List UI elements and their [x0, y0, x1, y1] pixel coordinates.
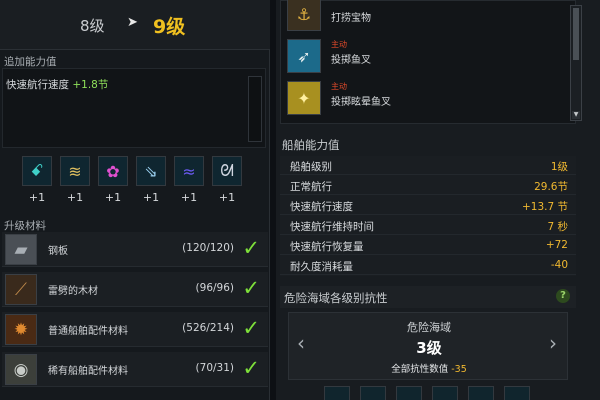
skill-list: ✦ 主动 投掷眩晕鱼叉 ➶ 主动 投掷鱼叉 ⚓ 打捞宝物 ▼ [280, 0, 582, 124]
ability-bonus: +1 [180, 191, 198, 204]
rain-icon[interactable]: ⇘ [136, 156, 166, 186]
gear-part-icon: ✹ [5, 314, 37, 345]
wind-icon[interactable]: ᘛ [212, 156, 242, 186]
stat-row: 正常航行 29.6节 [280, 176, 576, 195]
ability-icons: ꗃ +1 ≋ +1 ✿ +1 ⇘ +1 ≈ +1 ᘛ +1 [22, 156, 254, 206]
stat-label: 快速航行维持时间 [290, 221, 374, 233]
danger-zone-card: ‹ 危险海域 3级 全部抗性数值 -35 › [288, 312, 568, 380]
stat-value: -40 [550, 259, 568, 271]
strip-icon[interactable] [396, 386, 422, 400]
stat-label: 船舶级别 [290, 161, 332, 173]
stat-label: 快速航行速度 [290, 201, 353, 213]
skill-scrollbar[interactable]: ▼ [570, 5, 582, 121]
stat-value: +13.7 节 [521, 201, 568, 213]
stun-harpoon-icon: ✦ [287, 81, 321, 115]
check-icon: ✓ [242, 316, 260, 340]
strip-icon[interactable] [324, 386, 350, 400]
skill-item[interactable]: ➶ 主动投掷鱼叉 [287, 37, 571, 77]
stat-label: 耐久度消耗量 [290, 261, 353, 273]
material-row[interactable]: ▰ 钢板 (120/120) ✓ [2, 232, 268, 267]
next-level: 9级 [153, 16, 186, 38]
current-level: 8级 [80, 17, 105, 35]
stat-row: 快速航行速度 +13.7 节 [280, 196, 576, 215]
stats-title: 船舶能力值 [282, 138, 340, 152]
skill-scroll-thumb[interactable] [573, 8, 579, 60]
material-count: (526/214) [182, 322, 234, 334]
material-name: 普通船舶配件材料 [48, 326, 128, 337]
skill-tag: 主动 [331, 82, 347, 91]
rare-part-icon: ◉ [5, 354, 37, 385]
material-count: (120/120) [182, 242, 234, 254]
stat-value: 29.6节 [534, 181, 568, 193]
stat-row: 快速航行恢复量 +72 [280, 236, 576, 255]
material-name: 钢板 [48, 246, 68, 257]
material-count: (70/31) [195, 362, 234, 374]
ability-bonus: +1 [28, 191, 46, 204]
steel-plate-icon: ▰ [5, 234, 37, 265]
danger-zone-name: 危险海域 [407, 321, 451, 334]
stats-table: 船舶级别 1级 正常航行 29.6节 快速航行速度 +13.7 节快速航行维持时间 7 秒快… [280, 156, 576, 276]
skill-name: 投掷眩晕鱼叉 [331, 97, 391, 108]
bottom-icon-strip [324, 386, 534, 400]
lightning-wood-icon: ⟋ [5, 274, 37, 305]
ability-bonus: +1 [66, 191, 84, 204]
ability-bonus: +1 [142, 191, 160, 204]
next-arrow-icon[interactable]: › [549, 331, 557, 355]
level-arrow-icon: ➤ [127, 15, 138, 30]
strip-icon[interactable] [468, 386, 494, 400]
ability-bonus: +1 [218, 191, 236, 204]
materials-title: 升级材料 [4, 220, 46, 232]
bonus-scrollbar[interactable] [248, 76, 262, 142]
skill-name: 打捞宝物 [331, 13, 371, 24]
stat-label: 快速航行恢复量 [290, 241, 364, 253]
danger-title: 危险海域各级别抗性 [284, 291, 388, 305]
skill-tag: 主动 [331, 40, 347, 49]
danger-zone-level: 3级 [416, 339, 442, 357]
upgrade-panel: 8级 ➤ 9级 追加能力值 快速航行速度 +1.8节 ꗃ +1 ≋ +1 ✿ +1 ⇘ +1 ≈… [0, 0, 270, 400]
scroll-down-icon[interactable]: ▼ [572, 111, 580, 119]
help-icon[interactable]: ? [556, 289, 570, 303]
strip-icon[interactable] [360, 386, 386, 400]
check-icon: ✓ [242, 276, 260, 300]
bonus-line: 快速航行速度 +1.8节 [6, 77, 108, 92]
ability-bonus: +1 [104, 191, 122, 204]
ship-info-panel: ✦ 主动 投掷眩晕鱼叉 ➶ 主动 投掷鱼叉 ⚓ 打捞宝物 ▼ 船舶能力值 船舶级别 1级 正常航行… [276, 0, 600, 400]
skill-name: 投掷鱼叉 [331, 55, 371, 66]
bonus-title: 追加能力值 [4, 56, 57, 68]
water-swirl-icon[interactable]: ꗃ [22, 156, 52, 186]
resistance-label: 全部抗性数值 [391, 364, 449, 375]
material-row[interactable]: ✹ 普通船舶配件材料 (526/214) ✓ [2, 312, 268, 347]
tornado-icon[interactable]: ≋ [60, 156, 90, 186]
material-row[interactable]: ⟋ 雷劈的木材 (96/96) ✓ [2, 272, 268, 307]
danger-header: 危险海域各级别抗性 ? [280, 286, 576, 308]
bonus-label: 快速航行速度 [6, 79, 69, 91]
stat-row: 快速航行维持时间 7 秒 [280, 216, 576, 235]
strip-icon[interactable] [432, 386, 458, 400]
stat-label: 正常航行 [290, 181, 332, 193]
danger-resistance: 全部抗性数值 -35 [289, 361, 569, 375]
stat-value: +72 [545, 239, 568, 251]
harpoon-icon: ➶ [287, 39, 321, 73]
bonus-value: +1.8节 [72, 79, 109, 91]
stat-row: 船舶级别 1级 [280, 156, 576, 175]
stat-value: 7 秒 [547, 221, 568, 233]
fish-icon[interactable]: ✿ [98, 156, 128, 186]
strip-icon[interactable] [504, 386, 530, 400]
treasure-chest-icon: ⚓ [287, 0, 321, 31]
check-icon: ✓ [242, 356, 260, 380]
stat-row: 耐久度消耗量 -40 [280, 256, 576, 275]
wave-icon[interactable]: ≈ [174, 156, 204, 186]
skill-item[interactable]: ✦ 主动投掷眩晕鱼叉 [287, 79, 571, 119]
material-name: 稀有船舶配件材料 [48, 366, 128, 377]
stat-value: 1级 [550, 161, 568, 173]
resistance-value: -35 [451, 364, 467, 375]
material-count: (96/96) [195, 282, 234, 294]
level-header: 8级 ➤ 9级 [0, 0, 270, 50]
material-row[interactable]: ◉ 稀有船舶配件材料 (70/31) ✓ [2, 352, 268, 387]
skill-item[interactable]: ⚓ 打捞宝物 [287, 0, 571, 35]
check-icon: ✓ [242, 236, 260, 260]
material-name: 雷劈的木材 [48, 286, 98, 297]
